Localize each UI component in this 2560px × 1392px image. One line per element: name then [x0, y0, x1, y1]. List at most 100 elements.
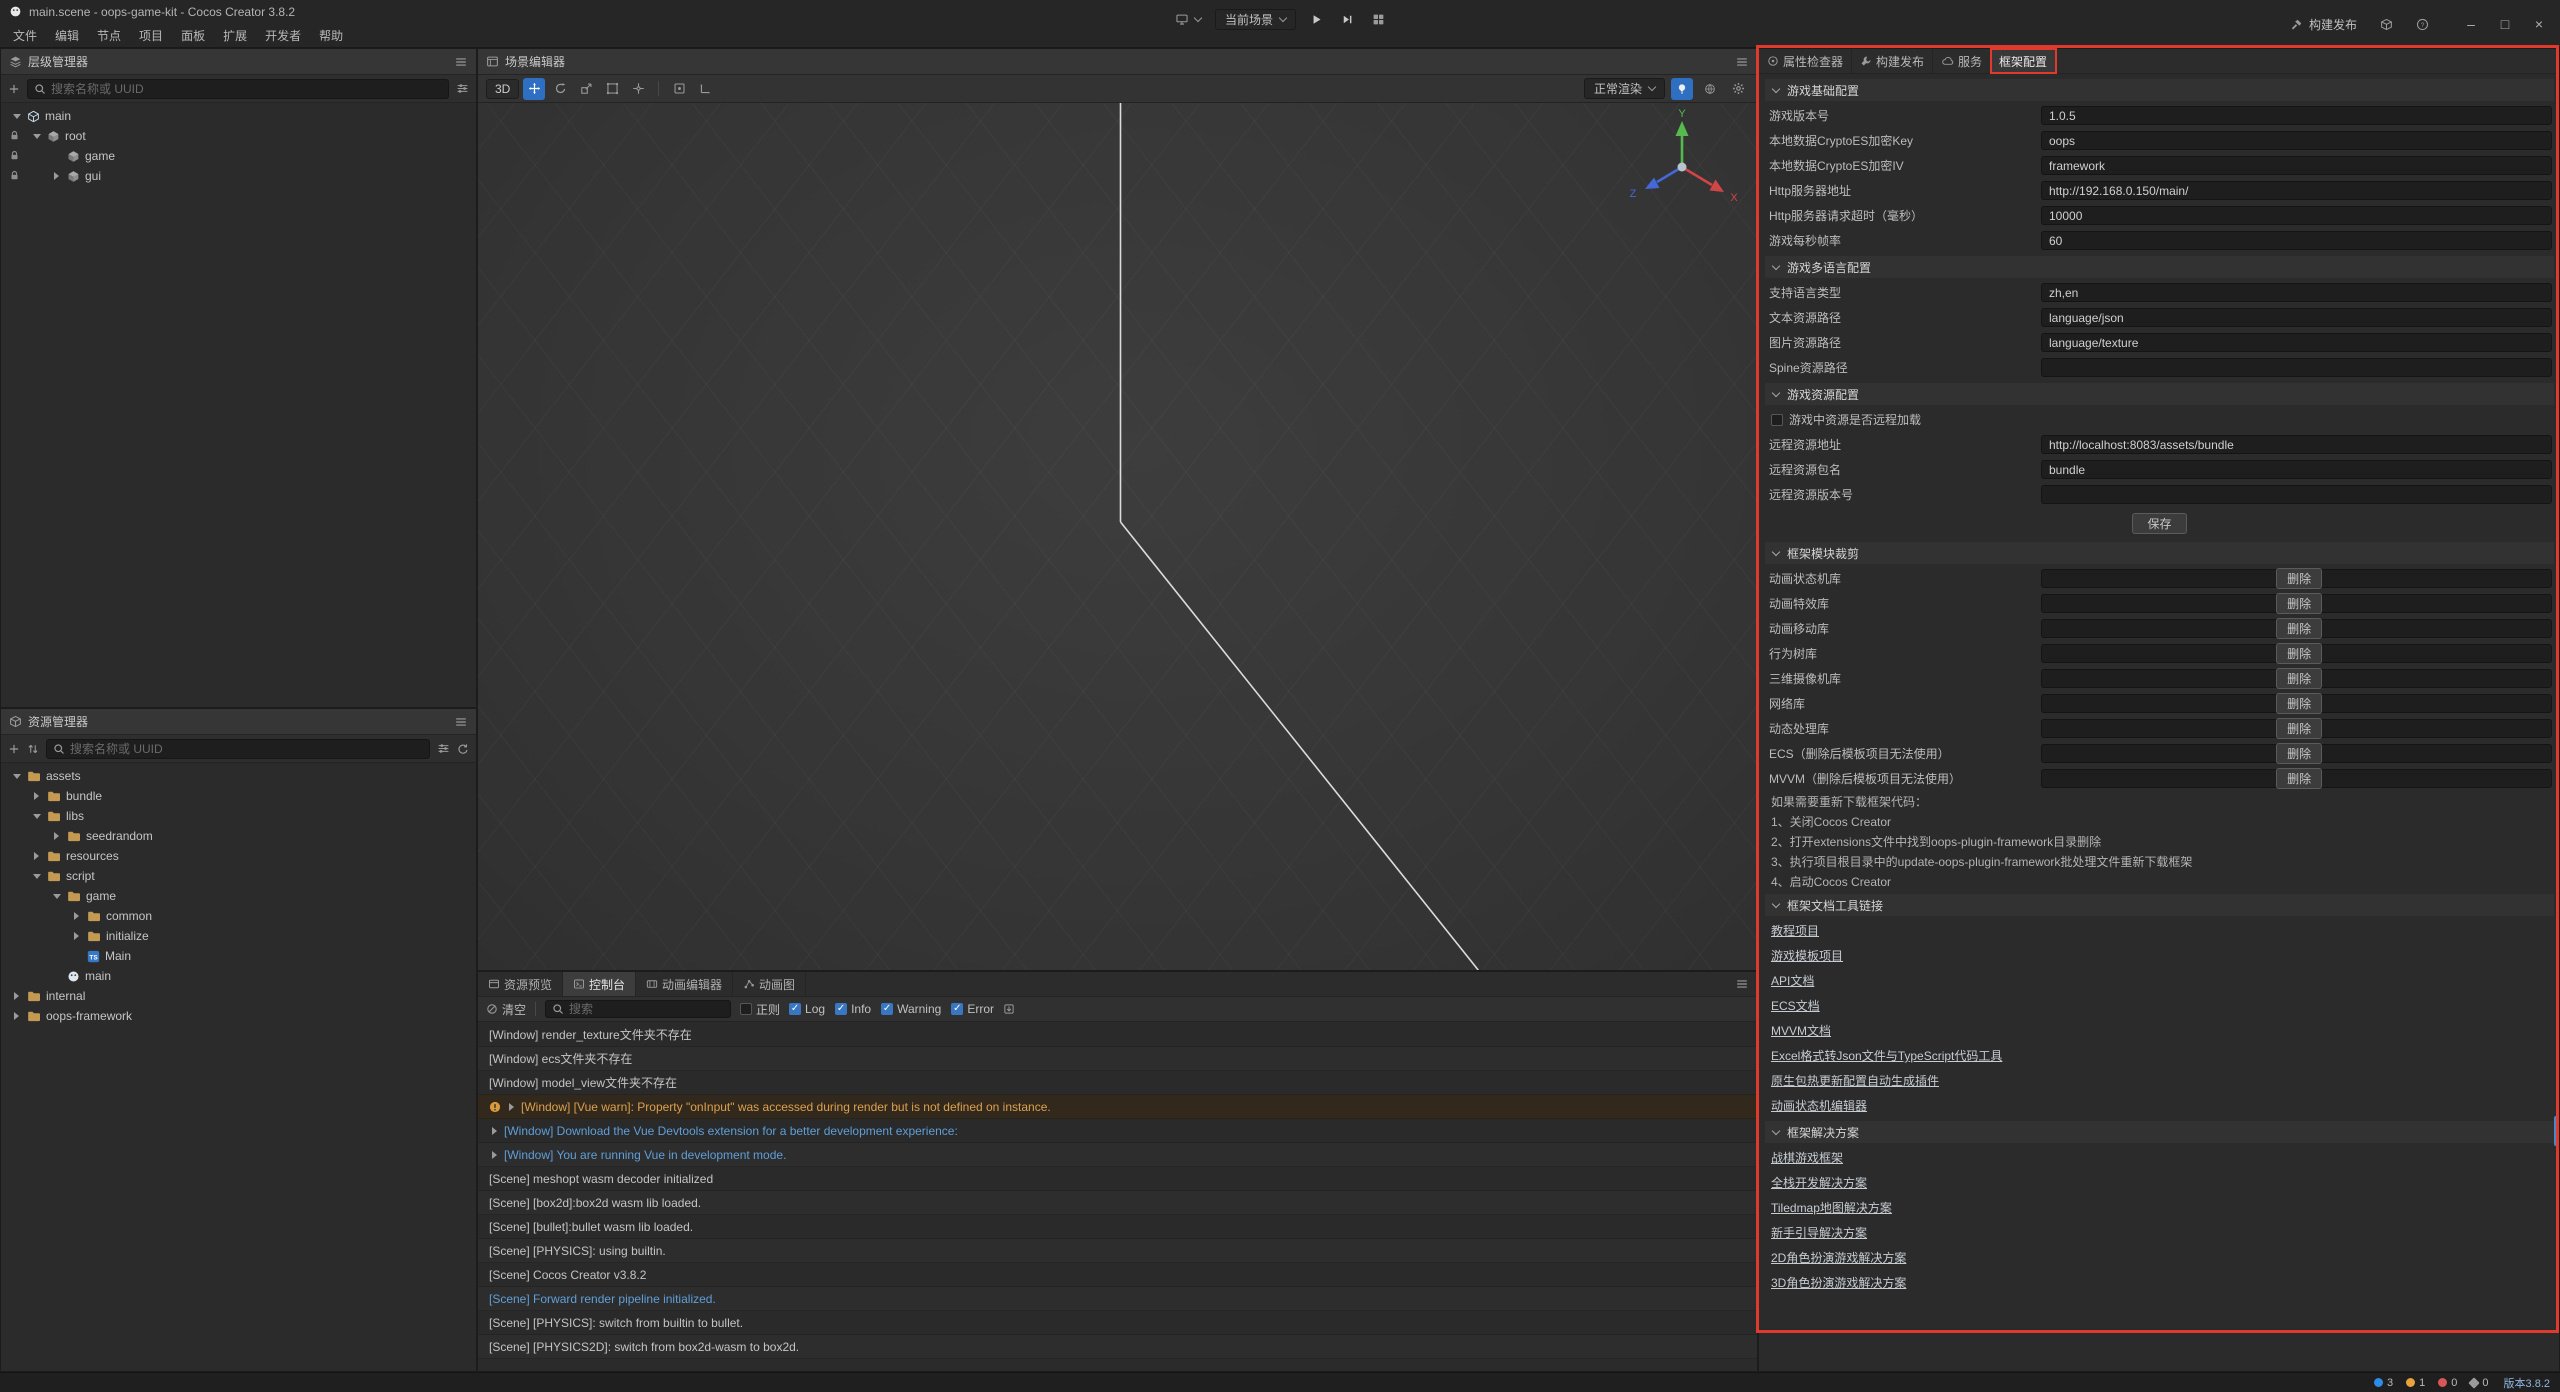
console-log-row[interactable]: [Window] ecs文件夹不存在 — [478, 1047, 1757, 1071]
config-input[interactable] — [2041, 181, 2552, 200]
log-expander-icon[interactable] — [506, 1103, 516, 1111]
delete-button[interactable]: 删除 — [2276, 618, 2322, 639]
console-log-row[interactable]: [Scene] [PHYSICS]: switch from builtin t… — [478, 1311, 1757, 1335]
menu-item[interactable]: 扩展 — [214, 26, 256, 46]
rotate-tool-button[interactable] — [549, 78, 571, 100]
tree-node[interactable]: script — [1, 866, 476, 886]
config-input[interactable] — [2041, 283, 2552, 302]
expander-icon[interactable] — [71, 932, 82, 940]
doc-link[interactable]: 2D角色扮演游戏解决方案 — [1765, 1245, 2554, 1270]
console-filter-error[interactable]: ✓Error — [951, 1002, 994, 1016]
console-menu-icon[interactable] — [1735, 972, 1749, 996]
console-log-row[interactable]: [Scene] [PHYSICS]: using builtin. — [478, 1239, 1757, 1263]
render-mode-dropdown[interactable]: 正常渲染 — [1584, 78, 1665, 99]
inspector-tab[interactable]: 属性检查器 — [1759, 49, 1852, 73]
sort-assets-icon[interactable] — [27, 743, 39, 755]
scene-gizmo-toggle[interactable] — [1699, 78, 1721, 100]
orientation-gizmo[interactable]: Y X Z — [1617, 105, 1747, 229]
tree-node[interactable]: seedrandom — [1, 826, 476, 846]
console-log-row[interactable]: [Window] render_texture文件夹不存在 — [478, 1023, 1757, 1047]
expander-icon[interactable] — [51, 172, 62, 180]
tree-node[interactable]: assets — [1, 766, 476, 786]
expander-icon[interactable] — [31, 134, 42, 139]
console-tab[interactable]: 资源预览 — [478, 972, 563, 996]
expander-icon[interactable] — [11, 114, 22, 119]
assets-search-input[interactable] — [70, 742, 423, 756]
menu-item[interactable]: 帮助 — [310, 26, 352, 46]
close-button[interactable]: × — [2524, 9, 2554, 39]
console-log-row[interactable]: [Scene] [PHYSICS2D]: switch from box2d-w… — [478, 1335, 1757, 1359]
regex-toggle[interactable]: 正则 — [740, 1001, 780, 1018]
console-search-input[interactable] — [569, 1002, 724, 1016]
menu-item[interactable]: 项目 — [130, 26, 172, 46]
tree-node[interactable]: main — [1, 966, 476, 986]
tree-node[interactable]: game — [1, 886, 476, 906]
status-build[interactable]: 0 — [2470, 1377, 2488, 1389]
config-input[interactable] — [2041, 435, 2552, 454]
console-log-row[interactable]: [Scene] meshopt wasm decoder initialized — [478, 1167, 1757, 1191]
remote-load-checkbox[interactable] — [1771, 414, 1783, 426]
delete-button[interactable]: 删除 — [2276, 743, 2322, 764]
console-log-row[interactable]: [Scene] [bullet]:bullet wasm lib loaded. — [478, 1215, 1757, 1239]
build-publish-button[interactable]: 构建发布 — [2286, 14, 2361, 35]
package-button[interactable] — [2376, 16, 2397, 33]
config-input[interactable] — [2041, 460, 2552, 479]
config-input[interactable] — [2041, 206, 2552, 225]
tree-node[interactable]: root — [1, 126, 476, 146]
delete-button[interactable]: 删除 — [2276, 593, 2322, 614]
help-button[interactable]: ? — [2412, 16, 2433, 33]
tree-node[interactable]: initialize — [1, 926, 476, 946]
tree-node[interactable]: libs — [1, 806, 476, 826]
assets-menu-icon[interactable] — [454, 715, 468, 729]
config-input[interactable] — [2041, 156, 2552, 175]
expander-icon[interactable] — [71, 912, 82, 920]
status-info[interactable]: 3 — [2374, 1377, 2393, 1389]
expander-icon[interactable] — [11, 992, 22, 1000]
tree-node[interactable]: common — [1, 906, 476, 926]
scene-light-toggle[interactable] — [1671, 78, 1693, 100]
tree-node[interactable]: internal — [1, 986, 476, 1006]
export-log-icon[interactable] — [1003, 1003, 1015, 1015]
log-expander-icon[interactable] — [489, 1151, 499, 1159]
section-header[interactable]: 框架解决方案 — [1765, 1121, 2554, 1143]
log-expander-icon[interactable] — [489, 1127, 499, 1135]
console-log-row[interactable]: [Window] You are running Vue in developm… — [478, 1143, 1757, 1167]
doc-link[interactable]: 3D角色扮演游戏解决方案 — [1765, 1270, 2554, 1295]
config-input[interactable] — [2041, 485, 2552, 504]
doc-link[interactable]: 教程项目 — [1765, 918, 2554, 943]
section-header[interactable]: 游戏多语言配置 — [1765, 256, 2554, 278]
config-input[interactable] — [2041, 131, 2552, 150]
play-button[interactable] — [1306, 11, 1327, 28]
console-filter-info[interactable]: ✓Info — [835, 1002, 871, 1016]
scene-settings-button[interactable] — [1727, 78, 1749, 100]
scrollbar-thumb[interactable] — [2554, 1116, 2558, 1146]
clear-console-button[interactable]: 清空 — [486, 1001, 526, 1018]
step-button[interactable] — [1337, 11, 1358, 28]
delete-button[interactable]: 删除 — [2276, 718, 2322, 739]
refresh-assets-icon[interactable] — [457, 743, 469, 755]
console-log-row[interactable]: [Scene] Cocos Creator v3.8.2 — [478, 1263, 1757, 1287]
section-header[interactable]: 框架文档工具链接 — [1765, 894, 2554, 916]
create-node-button[interactable] — [8, 83, 20, 95]
config-input[interactable] — [2041, 308, 2552, 327]
anchor-tool-button[interactable] — [627, 78, 649, 100]
doc-link[interactable]: Excel格式转Json文件与TypeScript代码工具 — [1765, 1043, 2554, 1068]
expander-icon[interactable] — [11, 774, 22, 779]
config-input[interactable] — [2041, 231, 2552, 250]
menu-item[interactable]: 节点 — [88, 26, 130, 46]
console-log-row[interactable]: [Scene] Forward render pipeline initiali… — [478, 1287, 1757, 1311]
lock-icon[interactable] — [9, 150, 20, 161]
console-log-row[interactable]: [Window] Download the Vue Devtools exten… — [478, 1119, 1757, 1143]
doc-link[interactable]: Tiledmap地图解决方案 — [1765, 1195, 2554, 1220]
tree-node[interactable]: oops-framework — [1, 1006, 476, 1026]
move-tool-button[interactable] — [523, 78, 545, 100]
console-filter-log[interactable]: ✓Log — [789, 1002, 825, 1016]
maximize-button[interactable]: □ — [2490, 9, 2520, 39]
tree-node[interactable]: game — [1, 146, 476, 166]
console-filter-warning[interactable]: ✓Warning — [881, 1002, 941, 1016]
menu-item[interactable]: 面板 — [172, 26, 214, 46]
menu-item[interactable]: 文件 — [4, 26, 46, 46]
pivot-toggle-button[interactable] — [668, 78, 690, 100]
tree-node[interactable]: gui — [1, 166, 476, 186]
tree-node[interactable]: bundle — [1, 786, 476, 806]
